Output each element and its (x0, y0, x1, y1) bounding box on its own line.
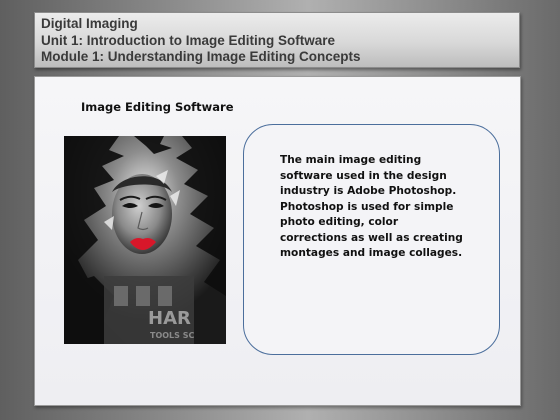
slide-header: Digital Imaging Unit 1: Introduction to … (34, 12, 520, 68)
callout-text: The main image editing software used in … (280, 153, 496, 262)
callout-line: Photoshop is used for simple (280, 200, 454, 213)
callout-line: industry is Adobe Photoshop. (280, 185, 457, 197)
callout-line: corrections as well as creating (280, 231, 463, 244)
callout-line: photo editing, color (280, 216, 399, 228)
poster-overlay-subtext: TOOLS SC (150, 331, 194, 340)
montage-illustration: HAR TOOLS SC (64, 136, 226, 344)
unit-title: Unit 1: Introduction to Image Editing So… (41, 32, 335, 48)
callout-line: The main image editing (280, 154, 422, 166)
montage-image: HAR TOOLS SC (64, 136, 226, 344)
course-title: Digital Imaging (41, 16, 138, 31)
section-title: Image Editing Software (81, 100, 234, 114)
callout-line: software used in the design (280, 169, 447, 182)
poster-overlay-text: HAR (148, 308, 191, 329)
module-title: Module 1: Understanding Image Editing Co… (41, 49, 361, 64)
callout-line: montages and image collages. (280, 247, 463, 259)
